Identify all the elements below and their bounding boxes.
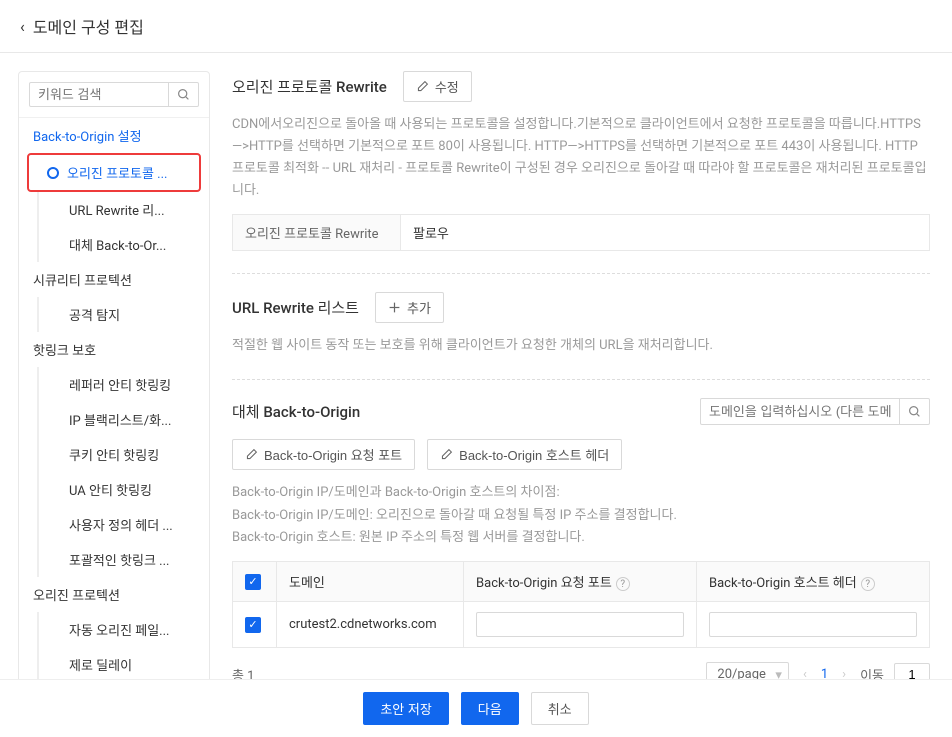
table-header-host: Back-to-Origin 호스트 헤더?	[697, 561, 930, 602]
domain-search-button[interactable]	[900, 398, 930, 425]
back-chevron-icon[interactable]: ‹	[20, 17, 25, 36]
search-icon	[908, 405, 921, 418]
keyword-search-button[interactable]	[169, 82, 199, 107]
url-rewrite-desc: 적절한 웹 사이트 동작 또는 보호를 위해 클라이언트가 요청한 개체의 UR…	[232, 335, 930, 357]
sidebar-item-label: 오리진 프로토콜 ...	[67, 163, 167, 182]
alt-origin-info: Back-to-Origin IP/도메인과 Back-to-Origin 호스…	[232, 482, 930, 548]
save-draft-button[interactable]: 초안 저장	[363, 692, 448, 725]
sidebar-item-ip-blacklist[interactable]: IP 블랙리스트/화...	[37, 402, 209, 437]
edit-icon	[245, 448, 258, 461]
cell-domain: crutest2.cdnetworks.com	[277, 602, 464, 648]
cancel-button[interactable]: 취소	[531, 692, 589, 725]
url-rewrite-title: URL Rewrite 리스트	[232, 297, 359, 318]
back-to-origin-port-button[interactable]: Back-to-Origin 요청 포트	[232, 439, 415, 470]
main-content: 오리진 프로토콜 Rewrite 수정 CDN에서오리진으로 돌아올 때 사용되…	[228, 71, 934, 737]
button-label: Back-to-Origin 호스트 헤더	[459, 445, 609, 464]
sidebar-item-url-rewrite[interactable]: URL Rewrite 리...	[37, 192, 209, 227]
plus-icon	[388, 301, 401, 314]
search-icon	[177, 88, 190, 101]
sidebar-item-referer-anti[interactable]: 레퍼러 안티 핫링킹	[37, 367, 209, 402]
sidebar-group-hotlink: 핫링크 보호	[19, 332, 209, 367]
table-header-checkbox[interactable]: ✓	[233, 561, 277, 602]
host-input[interactable]	[709, 612, 917, 637]
sidebar: Back-to-Origin 설정 오리진 프로토콜 ... URL Rewri…	[18, 71, 210, 737]
origin-table: ✓ 도메인 Back-to-Origin 요청 포트? Back-to-Orig…	[232, 561, 930, 649]
edit-button[interactable]: 수정	[403, 71, 472, 102]
origin-protocol-desc: CDN에서오리진으로 돌아올 때 사용되는 프로토콜을 설정합니다.기본적으로 …	[232, 114, 930, 202]
sidebar-item-custom-header[interactable]: 사용자 정의 헤더 ...	[37, 507, 209, 542]
table-row: ✓ crutest2.cdnetworks.com	[233, 602, 930, 648]
section-separator	[232, 273, 930, 274]
add-button[interactable]: 추가	[375, 292, 444, 323]
sidebar-item-zero-delay[interactable]: 제로 딜레이	[37, 647, 209, 682]
footer-bar: 초안 저장 다음 취소	[0, 679, 952, 737]
help-icon[interactable]: ?	[616, 577, 630, 591]
sidebar-item-comprehensive-hotlink[interactable]: 포괄적인 핫링크 ...	[37, 542, 209, 577]
sidebar-item-ua-anti[interactable]: UA 안티 핫링킹	[37, 472, 209, 507]
section-separator	[232, 379, 930, 380]
port-input[interactable]	[476, 612, 684, 637]
sidebar-item-attack-detection[interactable]: 공격 탐지	[37, 297, 209, 332]
button-label: Back-to-Origin 요청 포트	[264, 445, 402, 464]
domain-search-input[interactable]	[700, 398, 900, 425]
origin-protocol-title: 오리진 프로토콜 Rewrite	[232, 76, 387, 97]
sidebar-item-alt-back-to-origin[interactable]: 대체 Back-to-Or...	[37, 227, 209, 262]
sidebar-item-cookie-anti[interactable]: 쿠키 안티 핫링킹	[37, 437, 209, 472]
sidebar-item-auto-origin-fail[interactable]: 자동 오리진 페일...	[37, 612, 209, 647]
page-title: 도메인 구성 편집	[33, 14, 144, 38]
kv-label-origin-protocol: 오리진 프로토콜 Rewrite	[233, 215, 401, 250]
edit-button-label: 수정	[435, 77, 459, 96]
sidebar-group-origin-protection: 오리진 프로텍션	[19, 577, 209, 612]
sidebar-group-security: 시큐리티 프로텍션	[19, 262, 209, 297]
next-button[interactable]: 다음	[461, 692, 519, 725]
checkbox-checked-icon[interactable]: ✓	[245, 574, 261, 590]
selected-dot-icon	[47, 167, 59, 179]
table-header-domain: 도메인	[277, 561, 464, 602]
keyword-search-input[interactable]	[29, 82, 169, 107]
sidebar-item-origin-protocol[interactable]: 오리진 프로토콜 ...	[27, 153, 201, 192]
checkbox-checked-icon[interactable]: ✓	[245, 617, 261, 633]
help-icon[interactable]: ?	[861, 577, 875, 591]
alt-origin-title: 대체 Back-to-Origin	[232, 401, 360, 422]
kv-value-origin-protocol: 팔로우	[401, 215, 929, 250]
edit-icon	[416, 80, 429, 93]
add-button-label: 추가	[407, 298, 431, 317]
sidebar-item-back-to-origin-settings[interactable]: Back-to-Origin 설정	[19, 118, 209, 153]
table-header-port: Back-to-Origin 요청 포트?	[464, 561, 697, 602]
edit-icon	[440, 448, 453, 461]
back-to-origin-host-button[interactable]: Back-to-Origin 호스트 헤더	[427, 439, 622, 470]
